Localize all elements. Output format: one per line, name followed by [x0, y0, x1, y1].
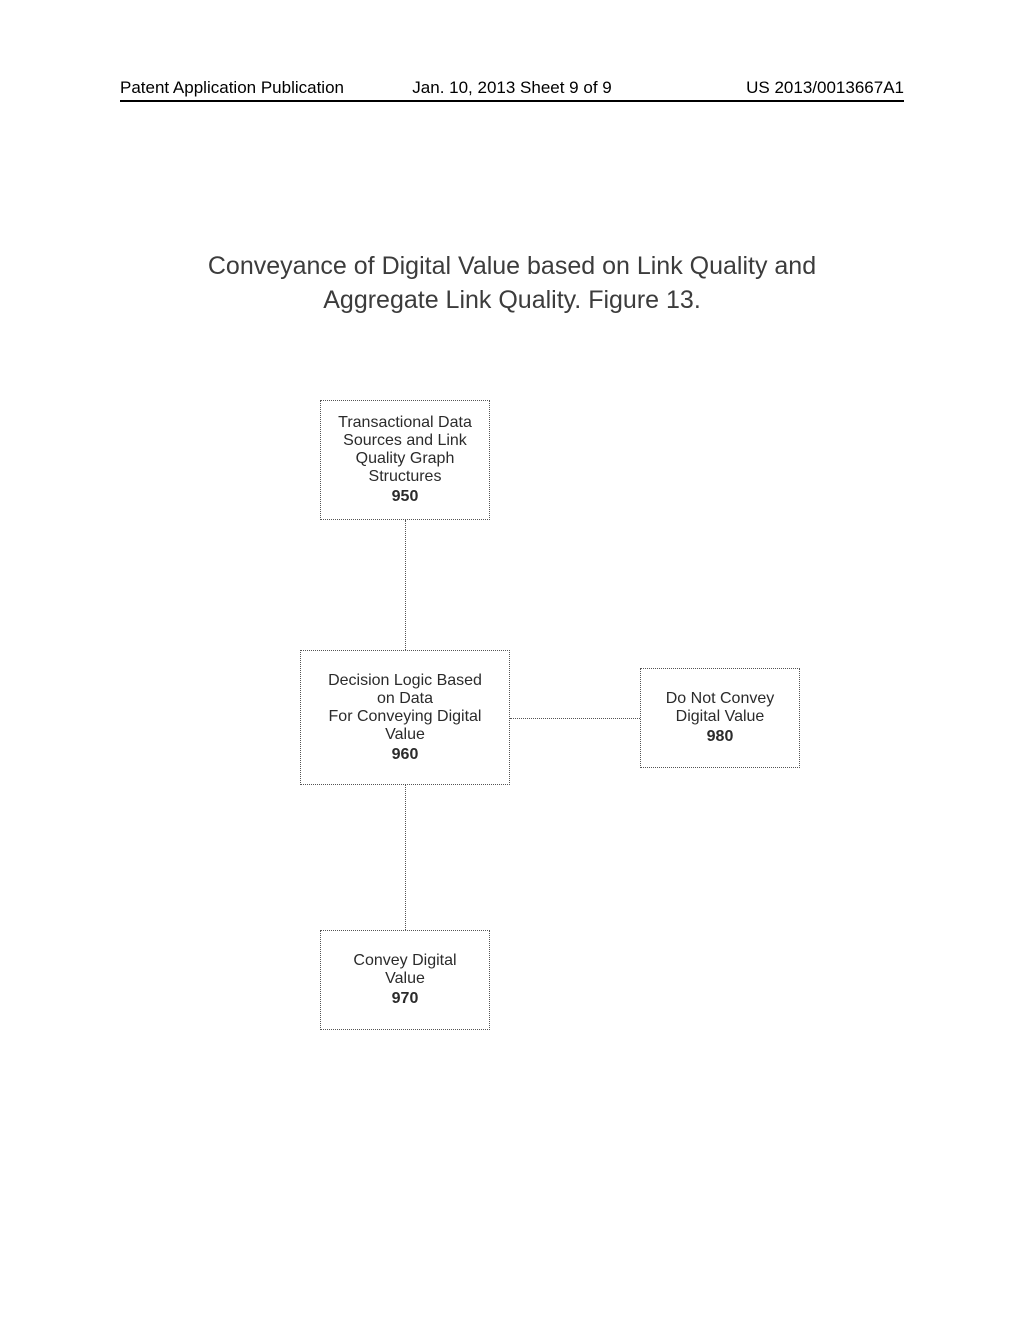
box-convey-digital-value: Convey Digital Value 970: [320, 930, 490, 1030]
box-950-num: 950: [392, 488, 419, 506]
flowchart: Transactional Data Sources and Link Qual…: [0, 0, 1024, 1320]
box-980-text: Do Not Convey Digital Value: [666, 690, 775, 726]
box-960-text: Decision Logic Based on Data For Conveyi…: [328, 672, 482, 744]
box-decision-logic: Decision Logic Based on Data For Conveyi…: [300, 650, 510, 785]
box-transactional-data: Transactional Data Sources and Link Qual…: [320, 400, 490, 520]
box-980-num: 980: [707, 728, 734, 746]
connector-960-980: [510, 718, 640, 719]
connector-950-960: [405, 520, 406, 650]
box-960-num: 960: [392, 746, 419, 764]
connector-960-970: [405, 785, 406, 930]
box-do-not-convey: Do Not Convey Digital Value 980: [640, 668, 800, 768]
box-950-text: Transactional Data Sources and Link Qual…: [338, 414, 472, 486]
box-970-num: 970: [392, 990, 419, 1008]
box-970-text: Convey Digital Value: [353, 952, 456, 988]
